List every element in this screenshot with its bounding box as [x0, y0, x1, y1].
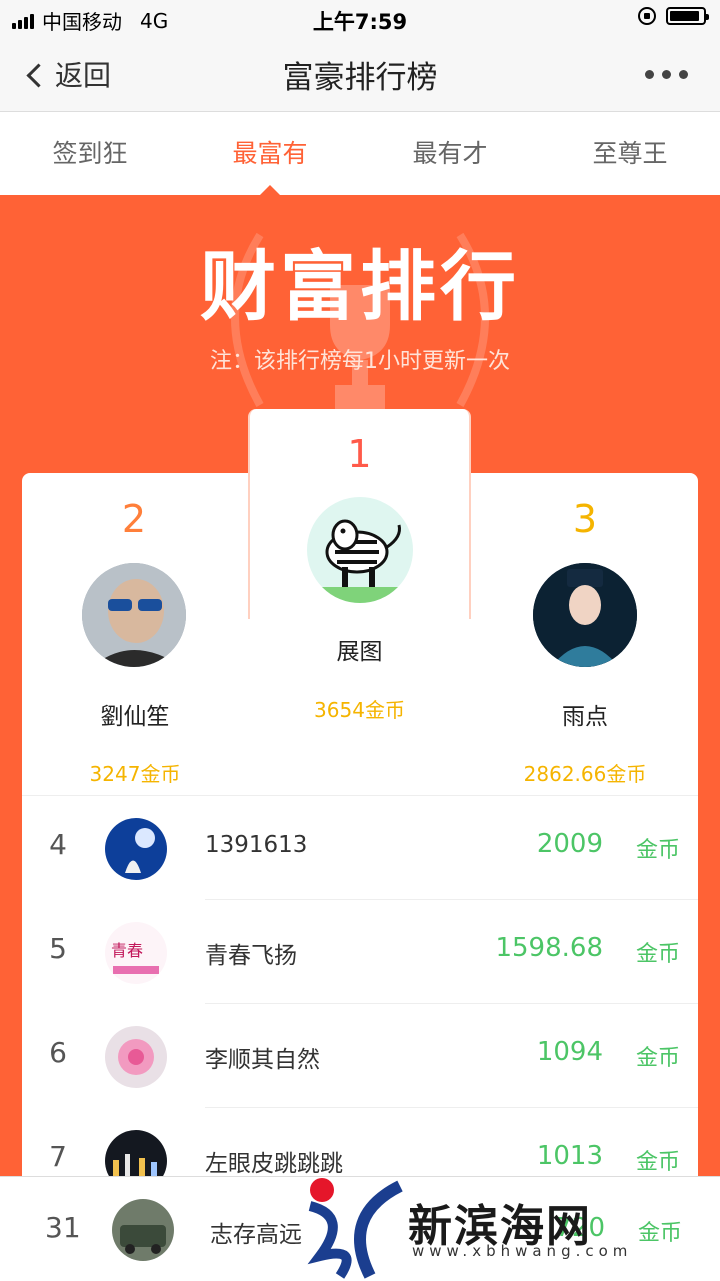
first-coins: 3654金币 [314, 698, 405, 722]
rotation-lock-icon [638, 7, 656, 25]
user-name: 左眼皮跳跳跳 [205, 1151, 343, 1177]
rank-number: 4 [49, 828, 67, 861]
third-coins: 2862.66金币 [523, 762, 647, 786]
more-options-icon[interactable] [645, 70, 688, 79]
tab-supreme[interactable]: 至尊王 [540, 112, 720, 195]
avatar[interactable] [105, 1130, 167, 1181]
page-title: 富豪排行榜 [282, 60, 438, 96]
list-item[interactable]: 7 左眼皮跳跳跳 1013 金币 [22, 1108, 698, 1181]
watermark-url: www.xbhwang.com [412, 1242, 633, 1260]
coin-value: 1094 [536, 1037, 603, 1067]
list-item[interactable]: 5 青春 青春飞扬 1598.68 金币 [22, 900, 698, 1004]
rank-3-number: 3 [572, 497, 598, 541]
tab-talented[interactable]: 最有才 [360, 112, 540, 195]
rank-number: 7 [49, 1140, 67, 1173]
tab-checkin[interactable]: 签到狂 [0, 112, 180, 195]
status-bar: 中国移动 4G 上午7:59 [0, 0, 720, 36]
avatar[interactable] [105, 818, 167, 880]
list-item[interactable]: 6 李顺其自然 1094 金币 [22, 1004, 698, 1108]
user-name: 1391613 [205, 832, 308, 858]
rank-number: 5 [49, 932, 67, 965]
coin-value: 1013 [536, 1141, 603, 1171]
banner-title: 财富排行 [200, 242, 520, 331]
rank-1-number: 1 [347, 432, 372, 476]
user-name: 青春飞扬 [205, 943, 297, 969]
second-name: 劉仙笙 [100, 704, 170, 730]
my-avatar[interactable] [112, 1199, 174, 1261]
battery-icon [666, 7, 709, 25]
coin-unit: 金币 [635, 942, 680, 967]
update-note: 注：该排行榜每1小时更新一次 [210, 349, 510, 374]
status-time: 上午7:59 [312, 10, 408, 34]
site-watermark: 新滨海网 www.xbhwang.com [300, 1176, 710, 1280]
coin-value: 2009 [536, 829, 603, 859]
avatar[interactable]: 青春 [105, 922, 167, 984]
coin-value: 1598.68 [495, 933, 603, 963]
coin-unit: 金币 [635, 1150, 680, 1175]
third-name: 雨点 [562, 704, 608, 730]
first-name: 展图 [336, 639, 383, 665]
my-rank-number: 31 [45, 1211, 81, 1244]
user-name: 李顺其自然 [205, 1047, 320, 1073]
second-coins: 3247金币 [89, 762, 181, 786]
avatar-first[interactable] [307, 497, 413, 603]
watermark-logo-icon [307, 1178, 403, 1279]
my-name: 志存高远 [210, 1222, 302, 1248]
rank-2-number: 2 [121, 497, 147, 541]
avatar-third[interactable] [533, 563, 637, 667]
coin-unit: 金币 [635, 1046, 680, 1071]
ranking-list: 4 1391613 2009 金币 5 青春 青春飞扬 1598.68 金币 6… [22, 795, 698, 1181]
svg-text:青春: 青春 [111, 941, 143, 960]
tab-richest[interactable]: 最富有 [180, 112, 360, 195]
nav-bar: 返回 富豪排行榜 [0, 36, 720, 112]
list-item[interactable]: 4 1391613 2009 金币 [22, 796, 698, 900]
rank-number: 6 [49, 1036, 67, 1069]
tab-bar: 签到狂 最富有 最有才 至尊王 [0, 112, 720, 195]
avatar[interactable] [105, 1026, 167, 1088]
coin-unit: 金币 [635, 838, 680, 863]
status-right [638, 7, 709, 25]
avatar-second[interactable] [82, 563, 186, 667]
